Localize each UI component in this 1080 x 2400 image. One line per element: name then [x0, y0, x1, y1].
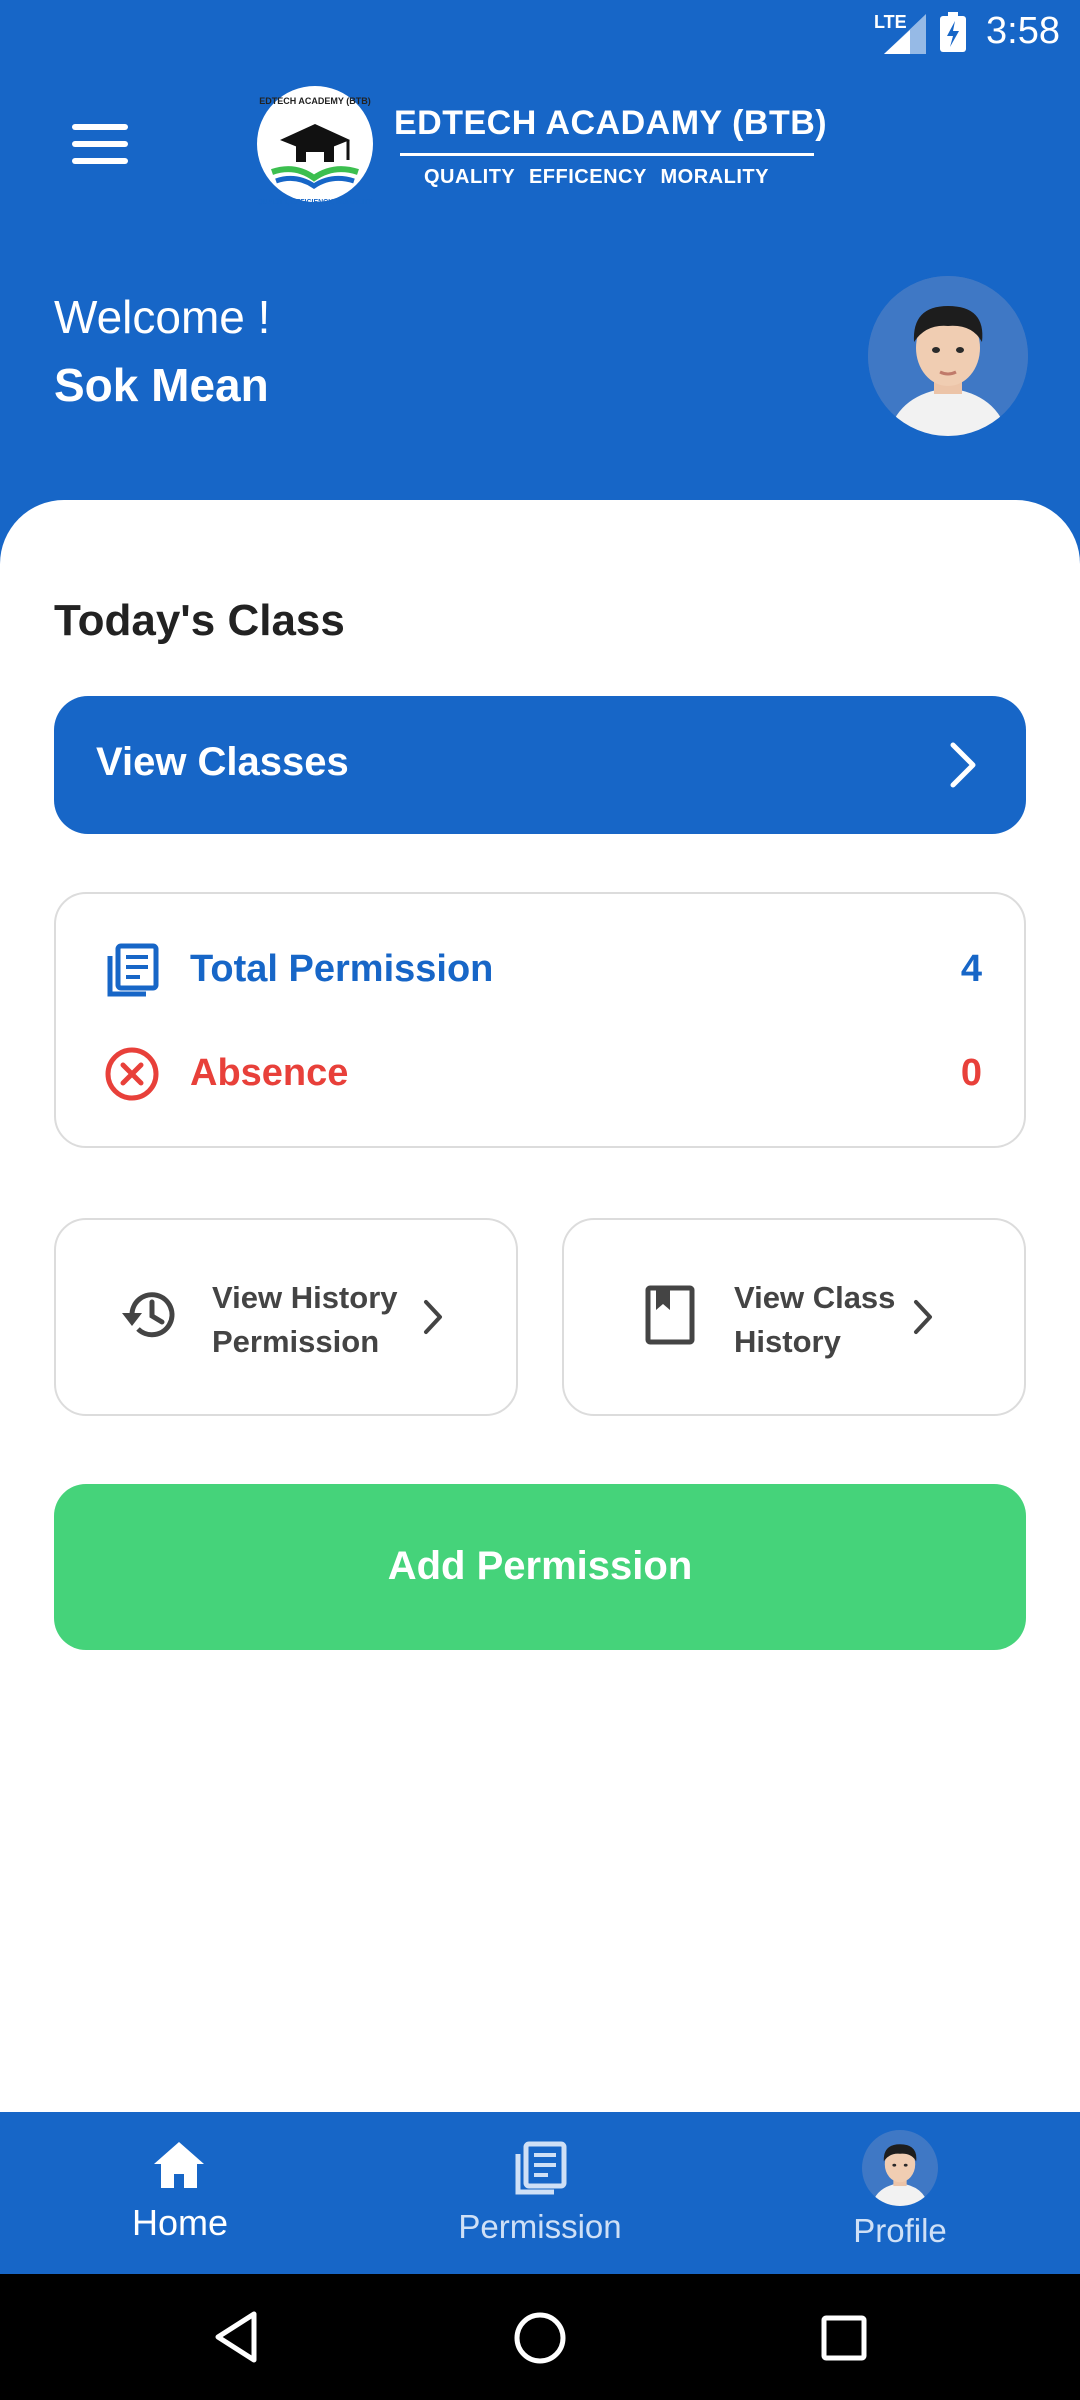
total-permission-value: 4: [960, 948, 982, 990]
absence-label: Absence: [190, 1052, 349, 1094]
clock: 3:58: [986, 10, 1060, 52]
battery-charging-icon: [940, 12, 966, 52]
logo-ring-text: EDTECH ACADEMY (BTB): [259, 96, 371, 106]
absence-row: Absence 0: [56, 1038, 1024, 1108]
card-label-line: History: [734, 1324, 841, 1359]
user-photo: [868, 276, 1028, 436]
history-icon: [122, 1292, 175, 1338]
academy-logo: EDTECH ACADEMY (BTB) QUALITY, EFFICIENCY…: [257, 86, 373, 206]
signal-icon: [884, 14, 926, 54]
logo-sub-text: QUALITY, EFFICIENCY, MORALITY: [257, 199, 372, 206]
add-permission-button[interactable]: Add Permission: [54, 1484, 1026, 1650]
view-classes-label: View Classes: [96, 740, 349, 784]
welcome-text: Welcome !: [54, 291, 271, 343]
nav-permission-label: Permission: [458, 2208, 622, 2245]
document-list-icon: [515, 2141, 567, 2195]
hamburger-icon-line: [72, 124, 128, 130]
hamburger-icon-line: [72, 158, 128, 164]
home-icon: [154, 2142, 204, 2188]
brand-tagline: QUALITY EFFICENCY MORALITY: [424, 166, 769, 188]
recents-icon[interactable]: [820, 2314, 868, 2362]
avatar: [862, 2130, 938, 2206]
system-navigation-bar: [0, 2274, 1080, 2400]
status-bar: LTE 3:58: [0, 0, 1080, 64]
chevron-right-icon: [950, 742, 976, 788]
section-title: Today's Class: [54, 596, 345, 645]
menu-button[interactable]: [72, 124, 132, 172]
avatar[interactable]: [868, 276, 1028, 436]
back-icon[interactable]: [212, 2310, 260, 2364]
total-permission-label: Total Permission: [190, 948, 494, 990]
total-permission-row: Total Permission 4: [56, 934, 1024, 1004]
card-label-line: View History: [212, 1280, 398, 1315]
add-permission-label: Add Permission: [387, 1544, 693, 1588]
cancel-circle-icon: [105, 1047, 159, 1101]
stats-card: Total Permission 4 Absence 0: [54, 892, 1026, 1148]
view-class-history-button[interactable]: View Class History: [562, 1218, 1026, 1416]
chevron-right-icon: [424, 1300, 442, 1334]
bookmark-book-icon: [645, 1285, 695, 1345]
card-label-line: Permission: [212, 1324, 380, 1359]
nav-home[interactable]: Home: [0, 2112, 360, 2274]
card-label-line: View Class: [734, 1280, 896, 1315]
nav-home-label: Home: [131, 2202, 229, 2243]
document-list-icon: [107, 943, 159, 997]
user-name: Sok Mean: [54, 359, 269, 411]
view-class-history-label: View Class History: [734, 1276, 895, 1364]
view-history-permission-label: View History Permission: [212, 1276, 398, 1364]
bottom-navigation: Home Permission Profile: [0, 2112, 1080, 2274]
nav-permission[interactable]: Permission: [360, 2112, 720, 2274]
nav-profile-label: Profile: [853, 2212, 947, 2249]
home-circle-icon[interactable]: [512, 2310, 568, 2366]
nav-profile[interactable]: Profile: [720, 2112, 1080, 2274]
chevron-right-icon: [914, 1300, 932, 1334]
brand-title: EDTECH ACADAMY (BTB): [394, 104, 828, 142]
absence-value: 0: [960, 1052, 982, 1094]
view-classes-button[interactable]: View Classes: [54, 696, 1026, 834]
view-history-permission-button[interactable]: View History Permission: [54, 1218, 518, 1416]
hamburger-icon-line: [72, 141, 128, 147]
brand-divider: [400, 153, 814, 156]
